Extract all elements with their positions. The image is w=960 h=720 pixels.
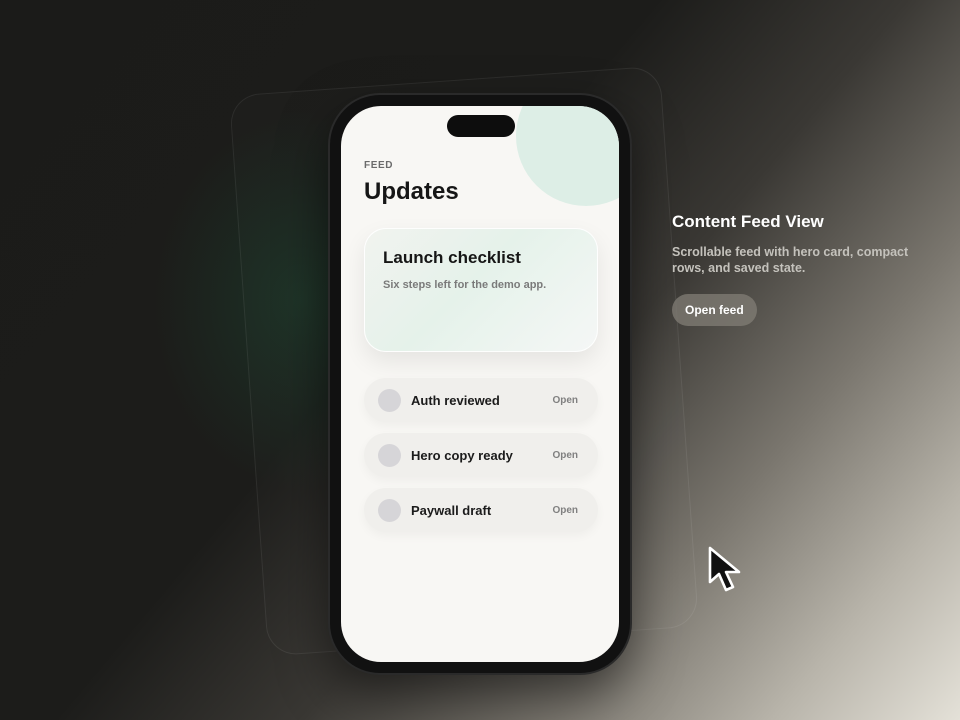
hero-card[interactable]: Launch checklist Six steps left for the …: [364, 228, 598, 352]
list-item[interactable]: Hero copy ready Open: [364, 433, 598, 477]
list-item[interactable]: Paywall draft Open: [364, 488, 598, 532]
section-eyebrow: FEED: [364, 160, 394, 171]
info-description: Scrollable feed with hero card, compact …: [672, 245, 909, 275]
info-panel: Content Feed View Scrollable feed with h…: [672, 212, 912, 326]
info-title: Content Feed View: [672, 212, 824, 231]
list-item-label: Hero copy ready: [411, 448, 513, 463]
open-link[interactable]: Open: [552, 395, 578, 406]
open-link[interactable]: Open: [552, 505, 578, 516]
dynamic-island: [447, 115, 515, 137]
list-item-label: Paywall draft: [411, 503, 492, 518]
phone-frame: FEED Updates Launch checklist Six steps …: [330, 95, 630, 673]
mouse-pointer-icon: [708, 546, 741, 592]
avatar: [378, 389, 401, 412]
feed-list: Auth reviewed Open Hero copy ready Open …: [364, 378, 598, 543]
page-title: Updates: [364, 178, 459, 205]
phone-screen[interactable]: FEED Updates Launch checklist Six steps …: [341, 106, 619, 662]
avatar: [378, 444, 401, 467]
open-link[interactable]: Open: [552, 450, 578, 461]
list-item-label: Auth reviewed: [411, 393, 500, 408]
decorative-blob: [516, 106, 619, 206]
list-item[interactable]: Auth reviewed Open: [364, 378, 598, 422]
hero-card-title: Launch checklist: [383, 248, 521, 267]
avatar: [378, 499, 401, 522]
hero-card-subtitle: Six steps left for the demo app.: [383, 279, 547, 291]
open-feed-button[interactable]: Open feed: [672, 294, 757, 326]
